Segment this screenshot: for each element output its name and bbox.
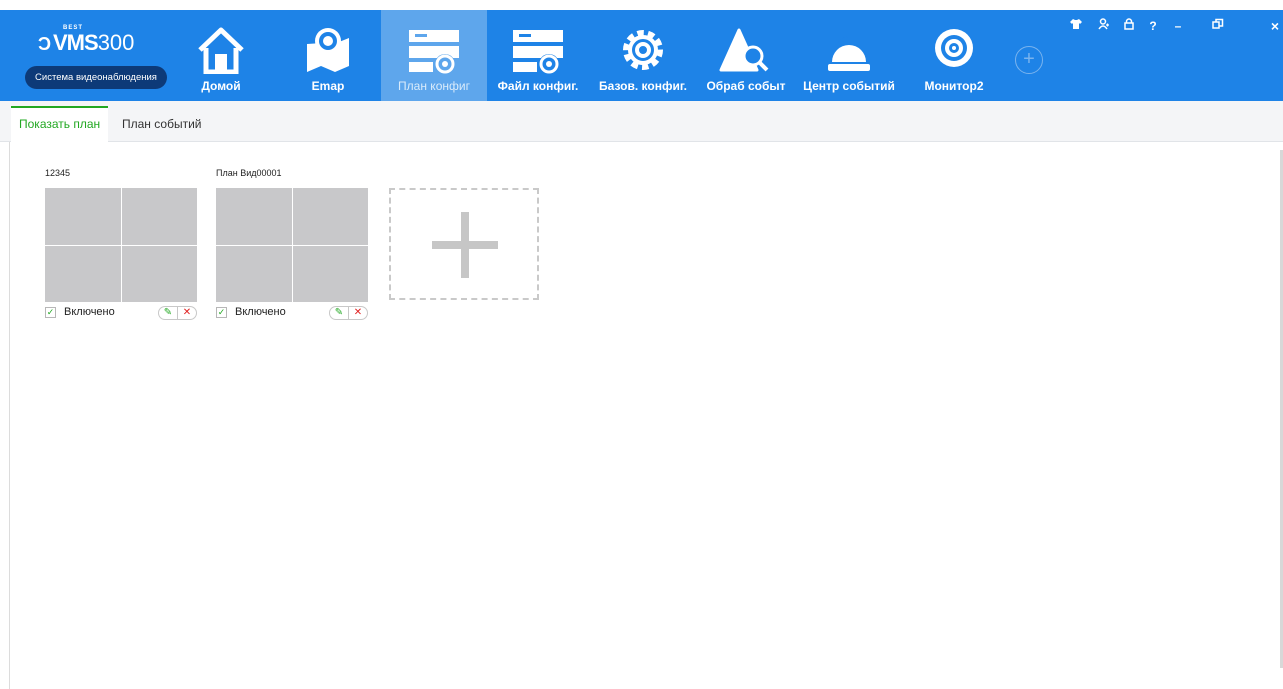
logo-subtitle: Система видеонаблюдения — [25, 66, 167, 89]
map-pin-icon — [307, 28, 349, 72]
plan-card: План Вид00001 ✓ Включено ✎ ✕ — [216, 166, 368, 323]
nav-monitor2[interactable]: Монитор2 — [910, 10, 998, 101]
close-button[interactable]: × — [1266, 18, 1283, 34]
delete-x-icon: ✕ — [182, 307, 192, 318]
plan-title: 12345 — [45, 168, 71, 178]
pencil-icon: ✎ — [163, 307, 173, 318]
enabled-checkbox[interactable]: ✓ — [45, 307, 56, 318]
minimize-icon: – — [1174, 19, 1182, 33]
plus-icon — [461, 212, 469, 278]
tab-event-plan[interactable]: План событий — [114, 106, 209, 142]
plan-title: План Вид00001 — [216, 168, 282, 178]
enabled-label: Включено — [235, 306, 286, 318]
nav-event-center-label: Центр событий — [803, 79, 895, 93]
alarm-bell-icon — [828, 36, 870, 71]
grid-cell — [216, 245, 292, 302]
plan-footer: ✓ Включено ✎ ✕ — [216, 305, 368, 323]
server-gear-icon — [513, 30, 563, 74]
nav-emap-label: Emap — [311, 79, 345, 93]
app-window: BEST ϽVMS300 Система видеонаблюдения Дом… — [0, 0, 1283, 689]
delete-plan-button[interactable]: ✕ — [349, 307, 367, 319]
help-button[interactable]: ? — [1144, 18, 1162, 34]
help-icon: ? — [1149, 19, 1157, 33]
edit-plan-button[interactable]: ✎ — [330, 307, 349, 319]
app-logo: BEST ϽVMS300 Система видеонаблюдения — [25, 25, 170, 92]
grid-cell — [292, 245, 368, 302]
nav-basic-config[interactable]: Базов. конфиг. — [590, 10, 696, 101]
logo-brand: VMS — [53, 30, 99, 55]
plan-preview-grid[interactable] — [45, 188, 197, 302]
skin-button[interactable] — [1067, 18, 1085, 34]
plan-card: 12345 ✓ Включено ✎ ✕ — [45, 166, 197, 323]
user-button[interactable] — [1095, 18, 1113, 34]
logo-model: 300 — [97, 30, 135, 55]
nav-monitor2-label: Монитор2 — [924, 79, 984, 93]
grid-cell — [216, 188, 292, 245]
nav-plan-config-label: План конфиг — [398, 79, 470, 93]
grid-cell — [121, 245, 197, 302]
restore-button[interactable] — [1209, 18, 1227, 34]
lock-button[interactable] — [1120, 18, 1138, 34]
skin-icon — [1070, 19, 1082, 29]
gear-icon — [623, 30, 663, 70]
server-gear-icon — [409, 30, 459, 74]
plan-actions: ✎ ✕ — [158, 306, 197, 320]
nav-event-processing-label: Обраб событ — [706, 79, 786, 93]
restore-icon — [1212, 18, 1224, 29]
nav-home[interactable]: Домой — [190, 10, 252, 101]
close-icon: × — [1270, 18, 1280, 34]
monitor-disc-icon — [935, 29, 973, 67]
enabled-label: Включено — [64, 306, 115, 318]
user-icon — [1098, 18, 1109, 30]
nav-file-config-label: Файл конфиг. — [497, 79, 579, 93]
plan-actions: ✎ ✕ — [329, 306, 368, 320]
nav-home-label: Домой — [201, 79, 241, 93]
minimize-button[interactable]: – — [1169, 18, 1187, 34]
tab-bar: Показать план План событий — [0, 101, 1283, 142]
plan-list-panel: 12345 ✓ Включено ✎ ✕ План Вид00001 ✓ Вкл… — [9, 142, 1283, 689]
delete-x-icon: ✕ — [353, 307, 363, 318]
plan-footer: ✓ Включено ✎ ✕ — [45, 305, 197, 323]
plan-preview-grid[interactable] — [216, 188, 368, 302]
grid-cell — [45, 245, 121, 302]
plus-circle-icon: + — [1023, 48, 1035, 70]
nav-file-config[interactable]: Файл конфиг. — [490, 10, 586, 101]
grid-cell — [45, 188, 121, 245]
enabled-checkbox[interactable]: ✓ — [216, 307, 227, 318]
logo-title: ϽVMS300 — [38, 30, 135, 55]
nav-plan-config[interactable]: План конфиг — [381, 10, 487, 101]
edit-plan-button[interactable]: ✎ — [159, 307, 178, 319]
alert-search-icon — [719, 28, 769, 72]
grid-cell — [292, 188, 368, 245]
lock-icon — [1124, 18, 1134, 30]
nav-emap[interactable]: Emap — [296, 10, 360, 101]
add-module-button[interactable]: + — [1015, 46, 1043, 74]
tab-show-plan[interactable]: Показать план — [11, 106, 109, 142]
add-plan-button[interactable] — [389, 188, 539, 300]
home-icon — [198, 27, 244, 74]
grid-cell — [121, 188, 197, 245]
nav-event-center[interactable]: Центр событий — [796, 10, 902, 101]
pencil-icon: ✎ — [334, 307, 344, 318]
delete-plan-button[interactable]: ✕ — [178, 307, 196, 319]
nav-event-processing[interactable]: Обраб событ — [698, 10, 794, 101]
nav-basic-config-label: Базов. конфиг. — [599, 79, 687, 93]
